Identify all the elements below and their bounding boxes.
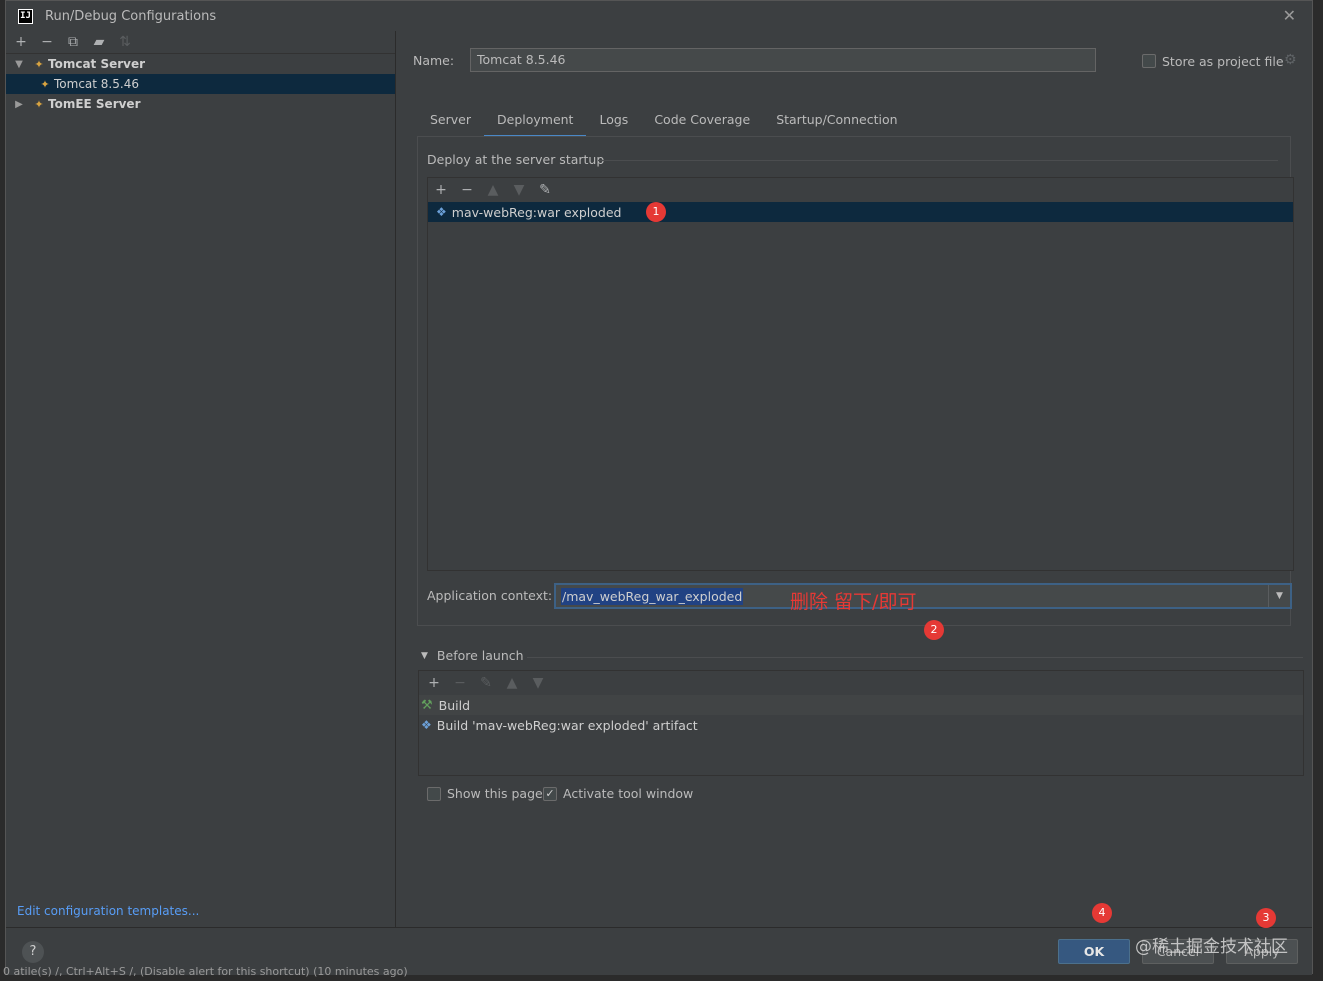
activate-window-checkbox[interactable]: ✓: [543, 786, 557, 801]
tree-group-tomcat[interactable]: ▼ ✦ Tomcat Server: [6, 54, 395, 74]
chevron-right-icon[interactable]: ▶: [12, 99, 26, 110]
add-icon[interactable]: +: [432, 181, 450, 199]
tree-item-tomcat-8546[interactable]: ✦ Tomcat 8.5.46: [6, 74, 395, 94]
divider: [598, 160, 1278, 161]
remove-icon[interactable]: −: [451, 674, 469, 692]
status-strip: 0 atile(s) /, Ctrl+Alt+S /, (Disable ale…: [3, 965, 408, 978]
activate-window-option[interactable]: ✓ Activate tool window: [543, 786, 693, 801]
deployment-panel: Deploy at the server startup + − ▲ ▼ ✎ ❖…: [417, 136, 1294, 626]
before-launch-list: + − ✎ ▲ ▼ ⚒ Build ❖ Build 'mav-webReg:wa…: [418, 670, 1304, 776]
add-icon[interactable]: +: [12, 33, 30, 51]
run-debug-dialog: IJ Run/Debug Configurations ✕ + − ⧉ ▰ ⇅ …: [5, 0, 1313, 975]
move-down-icon[interactable]: ▼: [510, 181, 528, 199]
tab-startup-connection[interactable]: Startup/Connection: [763, 106, 910, 138]
store-as-project-checkbox[interactable]: [1142, 54, 1156, 68]
folder-icon[interactable]: ▰: [90, 33, 108, 51]
store-as-project-label[interactable]: Store as project file: [1162, 54, 1284, 69]
title-bar: IJ Run/Debug Configurations ✕: [6, 1, 1312, 31]
tree-toolbar: + − ⧉ ▰ ⇅: [6, 31, 395, 53]
intellij-icon: IJ: [18, 8, 33, 24]
config-tree: ▼ ✦ Tomcat Server ✦ Tomcat 8.5.46 ▶ ✦ To…: [6, 53, 395, 114]
tomcat-icon: ✦: [40, 77, 50, 91]
deploy-section-title: Deploy at the server startup: [427, 152, 605, 167]
divider: [527, 657, 1303, 658]
step-badge-3: 3: [1256, 908, 1276, 928]
artifact-list: + − ▲ ▼ ✎ ❖ mav-webReg:war exploded: [427, 177, 1294, 571]
before-launch-header[interactable]: ▼ Before launch: [421, 648, 524, 663]
tab-deployment[interactable]: Deployment: [484, 106, 587, 138]
remove-icon[interactable]: −: [38, 33, 56, 51]
app-context-label: Application context:: [427, 588, 553, 603]
artifact-row[interactable]: ❖ mav-webReg:war exploded: [428, 202, 1293, 222]
before-launch-toolbar: + − ✎ ▲ ▼: [419, 671, 1303, 695]
tomee-icon: ✦: [34, 97, 44, 111]
tab-code-coverage[interactable]: Code Coverage: [641, 106, 763, 138]
hammer-icon: ⚒: [421, 697, 433, 713]
step-badge-2: 2: [924, 620, 944, 640]
artifact-icon: ❖: [436, 205, 447, 219]
move-up-icon[interactable]: ▲: [503, 674, 521, 692]
ok-button[interactable]: OK: [1058, 939, 1130, 964]
move-up-icon[interactable]: ▲: [484, 181, 502, 199]
tab-logs[interactable]: Logs: [586, 106, 641, 138]
remove-icon[interactable]: −: [458, 181, 476, 199]
close-icon[interactable]: ✕: [1283, 6, 1296, 25]
add-icon[interactable]: +: [425, 674, 443, 692]
show-page-option[interactable]: Show this page: [427, 786, 543, 801]
before-launch-item[interactable]: ❖ Build 'mav-webReg:war exploded' artifa…: [419, 715, 1303, 735]
collapse-triangle-icon[interactable]: ▼: [421, 651, 428, 661]
chevron-down-icon[interactable]: ▼: [12, 59, 26, 70]
app-context-value[interactable]: /mav_webReg_war_exploded: [561, 588, 744, 605]
artifact-icon: ❖: [421, 718, 432, 732]
chevron-down-icon[interactable]: ▼: [1268, 585, 1290, 607]
config-tree-panel: + − ⧉ ▰ ⇅ ▼ ✦ Tomcat Server ✦ Tomcat 8.5…: [6, 31, 396, 927]
step-badge-4: 4: [1092, 903, 1112, 923]
edit-templates-link[interactable]: Edit configuration templates...: [17, 904, 199, 918]
tab-server[interactable]: Server: [417, 106, 484, 138]
app-context-combobox[interactable]: /mav_webReg_war_exploded ▼: [554, 583, 1292, 609]
edit-icon[interactable]: ✎: [477, 674, 495, 692]
artifact-toolbar: + − ▲ ▼ ✎: [428, 178, 1293, 202]
sort-icon[interactable]: ⇅: [116, 33, 134, 51]
annotation-text: 删除 留下/即可: [790, 591, 917, 613]
step-badge-1: 1: [646, 202, 666, 222]
name-field[interactable]: Tomcat 8.5.46: [470, 48, 1096, 72]
config-detail-panel: Name: Tomcat 8.5.46 Store as project fil…: [397, 31, 1312, 927]
before-launch-item[interactable]: ⚒ Build: [419, 695, 1303, 715]
help-button[interactable]: ?: [22, 941, 44, 963]
tab-bar: Server Deployment Logs Code Coverage Sta…: [417, 106, 911, 138]
watermark: @稀土掘金技术社区: [1135, 937, 1288, 957]
show-page-checkbox[interactable]: [427, 786, 441, 801]
move-down-icon[interactable]: ▼: [529, 674, 547, 692]
gear-icon[interactable]: ⚙: [1284, 52, 1297, 68]
tree-group-tomee[interactable]: ▶ ✦ TomEE Server: [6, 94, 395, 114]
tomcat-icon: ✦: [34, 57, 44, 71]
edit-icon[interactable]: ✎: [536, 181, 554, 199]
dialog-title: Run/Debug Configurations: [45, 8, 217, 24]
copy-icon[interactable]: ⧉: [64, 33, 82, 51]
name-label: Name:: [413, 53, 455, 68]
